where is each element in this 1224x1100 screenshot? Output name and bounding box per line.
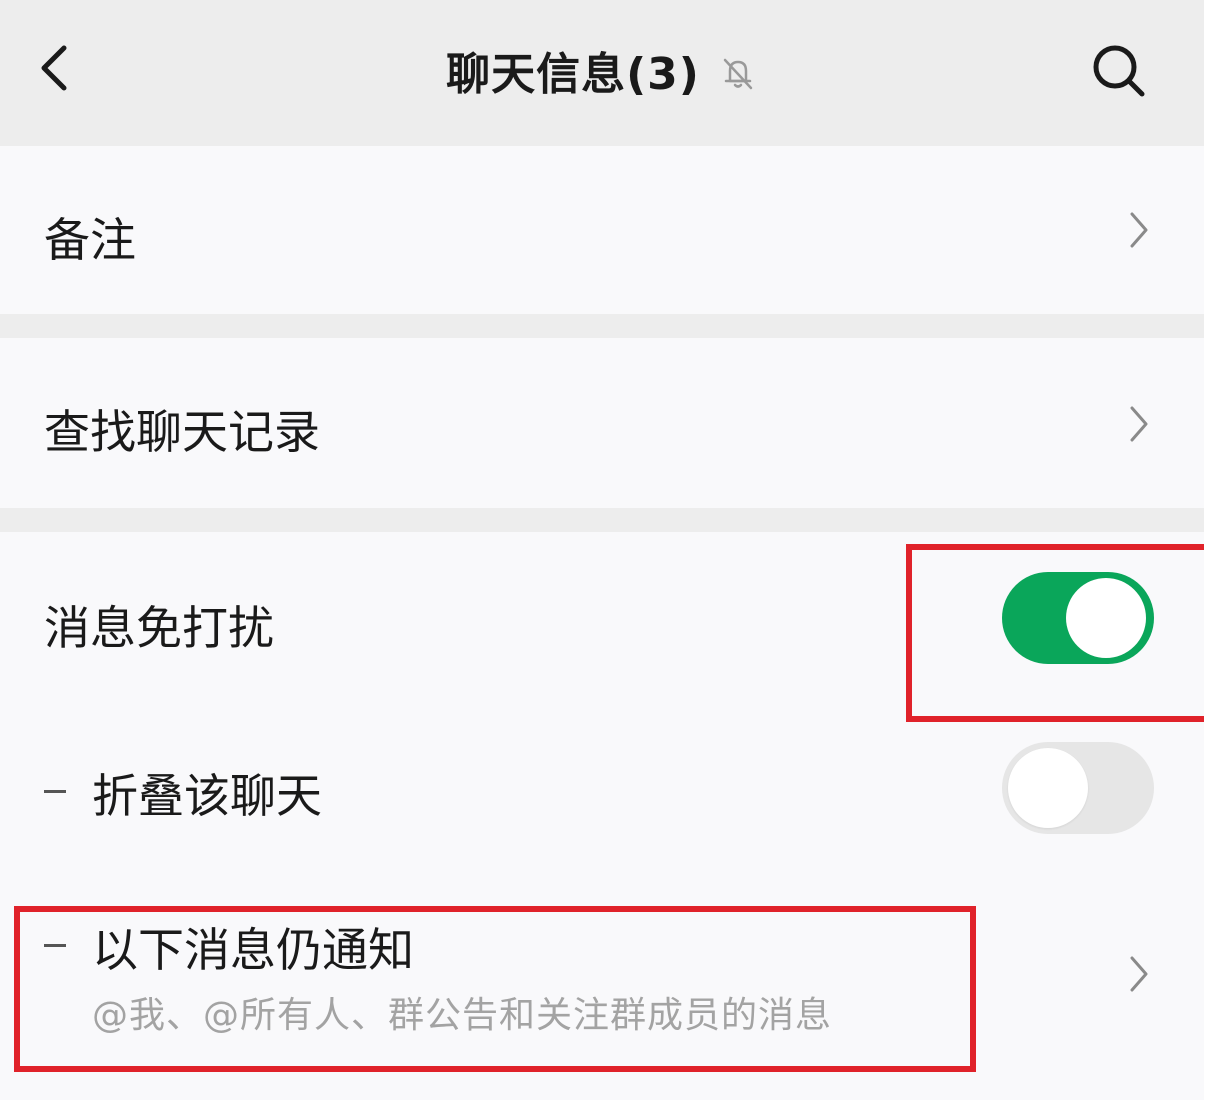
bell-off-icon — [718, 53, 758, 93]
remark-row[interactable]: 备注 — [0, 146, 1204, 314]
fold-chat-label: 折叠该聊天 — [92, 769, 322, 823]
page-title: 聊天信息(3) — [446, 49, 700, 100]
toggle-knob — [1008, 748, 1088, 828]
chevron-right-icon — [1130, 956, 1148, 992]
search-history-row[interactable]: 查找聊天记录 — [0, 338, 1204, 508]
search-button[interactable] — [1088, 40, 1148, 100]
chat-info-page: 聊天信息(3) 备注 查找聊天记录 消息免打扰 折叠该聊天 以下消息仍通知 @我… — [0, 0, 1212, 1100]
do-not-disturb-label: 消息免打扰 — [44, 601, 274, 655]
top-bar: 聊天信息(3) — [0, 0, 1204, 140]
highlight-box-notify — [14, 906, 976, 1072]
remark-label: 备注 — [44, 213, 136, 267]
right-edge-strip — [1204, 0, 1224, 1100]
dash-marker — [44, 790, 66, 793]
chevron-right-icon — [1130, 406, 1148, 442]
fold-chat-toggle[interactable] — [1002, 742, 1154, 834]
chevron-right-icon — [1130, 212, 1148, 248]
highlight-box-toggle — [906, 544, 1212, 722]
search-history-label: 查找聊天记录 — [44, 405, 320, 459]
search-icon — [1093, 45, 1145, 97]
title-area: 聊天信息(3) — [0, 38, 1204, 102]
